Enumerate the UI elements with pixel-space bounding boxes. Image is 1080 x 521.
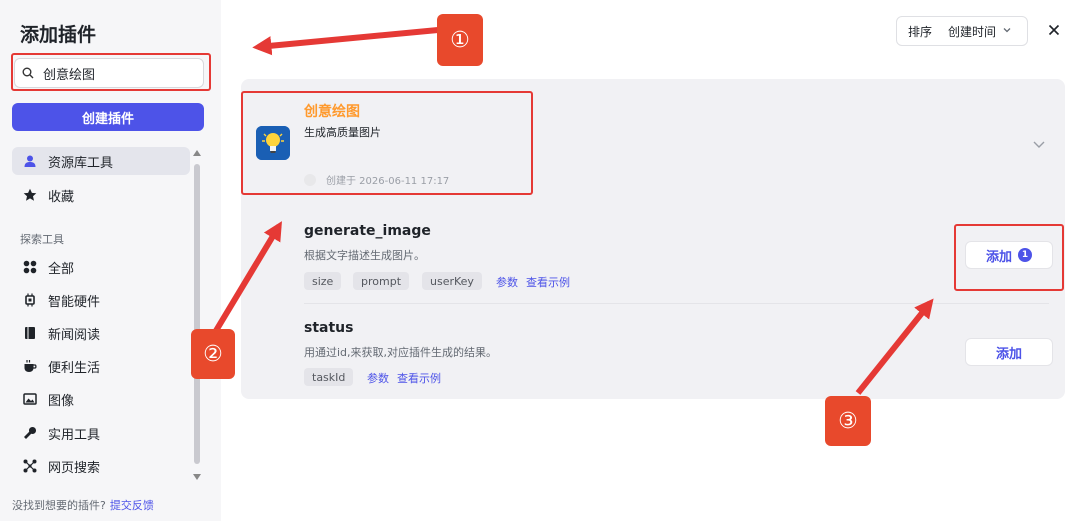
chip-icon xyxy=(22,292,38,308)
feedback-link[interactable]: 提交反馈 xyxy=(110,499,154,512)
sidebar-scrollbar[interactable] xyxy=(192,150,202,480)
scroll-down-arrow[interactable] xyxy=(193,474,201,480)
sidebar-item-web-search[interactable]: 网页搜索 xyxy=(12,452,190,480)
search-box[interactable] xyxy=(14,58,204,88)
footer-text: 没找到想要的插件? xyxy=(12,499,106,512)
search-input[interactable] xyxy=(41,64,195,82)
search-icon xyxy=(21,66,35,80)
sidebar-item-image[interactable]: 图像 xyxy=(12,385,190,413)
add-button-label: 添加 xyxy=(985,249,1012,265)
sidebar-item-label: 新闻阅读 xyxy=(48,327,101,343)
sort-value: 创建时间 xyxy=(948,24,997,39)
close-button[interactable] xyxy=(1045,21,1063,39)
plugin-card[interactable] xyxy=(241,79,1065,207)
add-button[interactable]: 添加 1 xyxy=(965,241,1053,269)
param-tag: userKey xyxy=(422,272,482,290)
sidebar: 添加插件 创建插件 资源库工具 收藏 探索工具 全部 智能硬件 xyxy=(0,0,221,521)
sidebar-item-news[interactable]: 新闻阅读 xyxy=(12,319,190,347)
tool-description: 用通过id,来获取,对应插件生成的结果。 xyxy=(304,346,498,359)
dialog-title: 添加插件 xyxy=(20,24,97,46)
sort-dropdown[interactable]: 排序 创建时间 xyxy=(896,16,1028,46)
lightbulb-icon xyxy=(256,126,290,160)
plugin-meta: 创建于 2026-06-11 17:17 xyxy=(304,172,449,187)
plugin-name: 创意绘图 xyxy=(304,104,360,120)
sidebar-item-smart-hardware[interactable]: 智能硬件 xyxy=(12,286,190,314)
param-tag: taskId xyxy=(304,368,354,386)
sidebar-item-library-tools[interactable]: 资源库工具 xyxy=(12,147,190,175)
sidebar-item-label: 智能硬件 xyxy=(48,294,101,310)
scroll-thumb[interactable] xyxy=(194,164,200,464)
chevron-down-icon xyxy=(1002,24,1012,38)
annotation-number-1: ① xyxy=(437,14,483,66)
count-badge: 1 xyxy=(1018,248,1032,262)
chevron-down-icon[interactable] xyxy=(1032,136,1046,155)
network-icon xyxy=(22,458,38,474)
sidebar-item-life[interactable]: 便利生活 xyxy=(12,352,190,380)
example-link[interactable]: 查看示例 xyxy=(397,370,441,386)
tool-name: generate_image xyxy=(304,223,431,239)
sidebar-item-label: 图像 xyxy=(48,393,75,409)
user-icon xyxy=(22,153,38,169)
sidebar-item-label: 全部 xyxy=(48,261,75,277)
close-icon xyxy=(1048,24,1060,36)
tool-name: status xyxy=(304,320,354,336)
param-tag: prompt xyxy=(353,272,410,290)
sidebar-item-all[interactable]: 全部 xyxy=(12,253,190,281)
book-icon xyxy=(22,325,38,341)
avatar xyxy=(304,173,316,186)
param-tag: size xyxy=(304,272,342,290)
sidebar-item-utilities[interactable]: 实用工具 xyxy=(12,419,190,447)
grid-icon xyxy=(22,259,38,275)
wrench-icon xyxy=(22,425,38,441)
divider xyxy=(304,303,1049,304)
sidebar-item-label: 收藏 xyxy=(48,189,75,205)
sort-label: 排序 xyxy=(908,24,933,39)
section-label-explore: 探索工具 xyxy=(20,233,64,246)
image-icon xyxy=(22,391,38,407)
plugin-created: 创建于 2026-06-11 17:17 xyxy=(326,176,450,187)
params-link[interactable]: 参数 xyxy=(367,370,389,386)
tool-description: 根据文字描述生成图片。 xyxy=(304,249,425,262)
annotation-number-2: ② xyxy=(191,329,235,379)
sidebar-footer: 没找到想要的插件? 提交反馈 xyxy=(12,497,154,513)
sidebar-item-favorites[interactable]: 收藏 xyxy=(12,181,190,209)
star-icon xyxy=(22,187,38,203)
sidebar-item-label: 网页搜索 xyxy=(48,460,101,476)
annotation-number-3: ③ xyxy=(825,396,871,446)
plugin-description: 生成高质量图片 xyxy=(304,126,381,139)
params-link[interactable]: 参数 xyxy=(496,274,518,290)
scroll-up-arrow[interactable] xyxy=(193,150,201,156)
cup-icon xyxy=(22,358,38,374)
sidebar-item-label: 实用工具 xyxy=(48,427,101,443)
create-plugin-button[interactable]: 创建插件 xyxy=(12,103,204,131)
sidebar-item-label: 资源库工具 xyxy=(48,155,114,171)
sidebar-item-label: 便利生活 xyxy=(48,360,101,376)
add-button[interactable]: 添加 xyxy=(965,338,1053,366)
example-link[interactable]: 查看示例 xyxy=(526,274,570,290)
